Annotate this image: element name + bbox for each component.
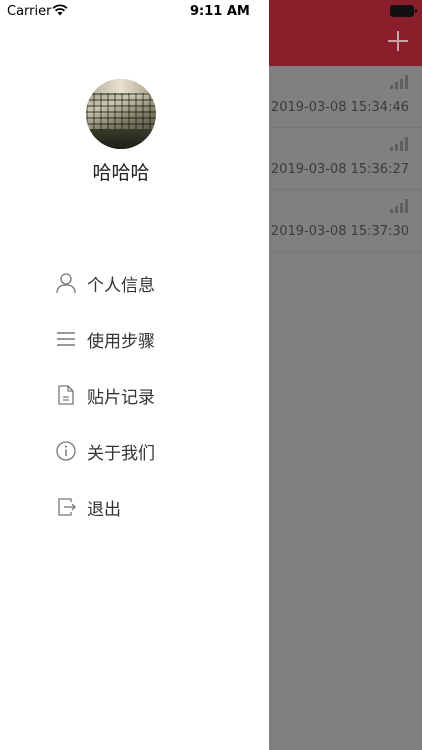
record-time: 2019-03-08 15:34:46	[270, 100, 409, 115]
signal-icon	[390, 199, 410, 213]
signal-icon	[390, 137, 410, 151]
menu-label: 退出	[87, 500, 121, 520]
menu-item-profile[interactable]: 个人信息	[55, 268, 235, 324]
wifi-icon	[52, 4, 68, 16]
menu-label: 关于我们	[87, 444, 155, 464]
logout-icon	[58, 498, 76, 516]
signal-icon	[390, 75, 410, 89]
avatar[interactable]	[86, 79, 156, 149]
drawer-menu: 个人信息 使用步骤 贴片记录 关于我们 退出	[55, 268, 235, 548]
person-icon	[56, 273, 76, 294]
record-time: 2019-03-08 15:37:30	[270, 224, 409, 239]
info-icon	[56, 441, 76, 461]
menu-item-logout[interactable]: 退出	[55, 492, 235, 548]
menu-label: 个人信息	[87, 276, 155, 296]
document-icon	[58, 385, 74, 405]
record-time: 2019-03-08 15:36:27	[270, 162, 409, 177]
menu-item-steps[interactable]: 使用步骤	[55, 324, 235, 380]
clock: 9:11 AM	[190, 4, 250, 19]
side-drawer: 哈哈哈 个人信息 使用步骤 贴片记录 关于我们 退出	[0, 0, 269, 750]
status-bar: Carrier 9:11 AM	[0, 0, 422, 22]
list-icon	[57, 332, 75, 346]
battery-icon	[390, 5, 417, 17]
add-icon[interactable]	[388, 31, 408, 51]
carrier-label: Carrier	[7, 4, 52, 19]
menu-item-records[interactable]: 贴片记录	[55, 380, 235, 436]
menu-item-about[interactable]: 关于我们	[55, 436, 235, 492]
menu-label: 贴片记录	[87, 388, 155, 408]
menu-label: 使用步骤	[87, 332, 155, 352]
username: 哈哈哈	[92, 162, 150, 184]
